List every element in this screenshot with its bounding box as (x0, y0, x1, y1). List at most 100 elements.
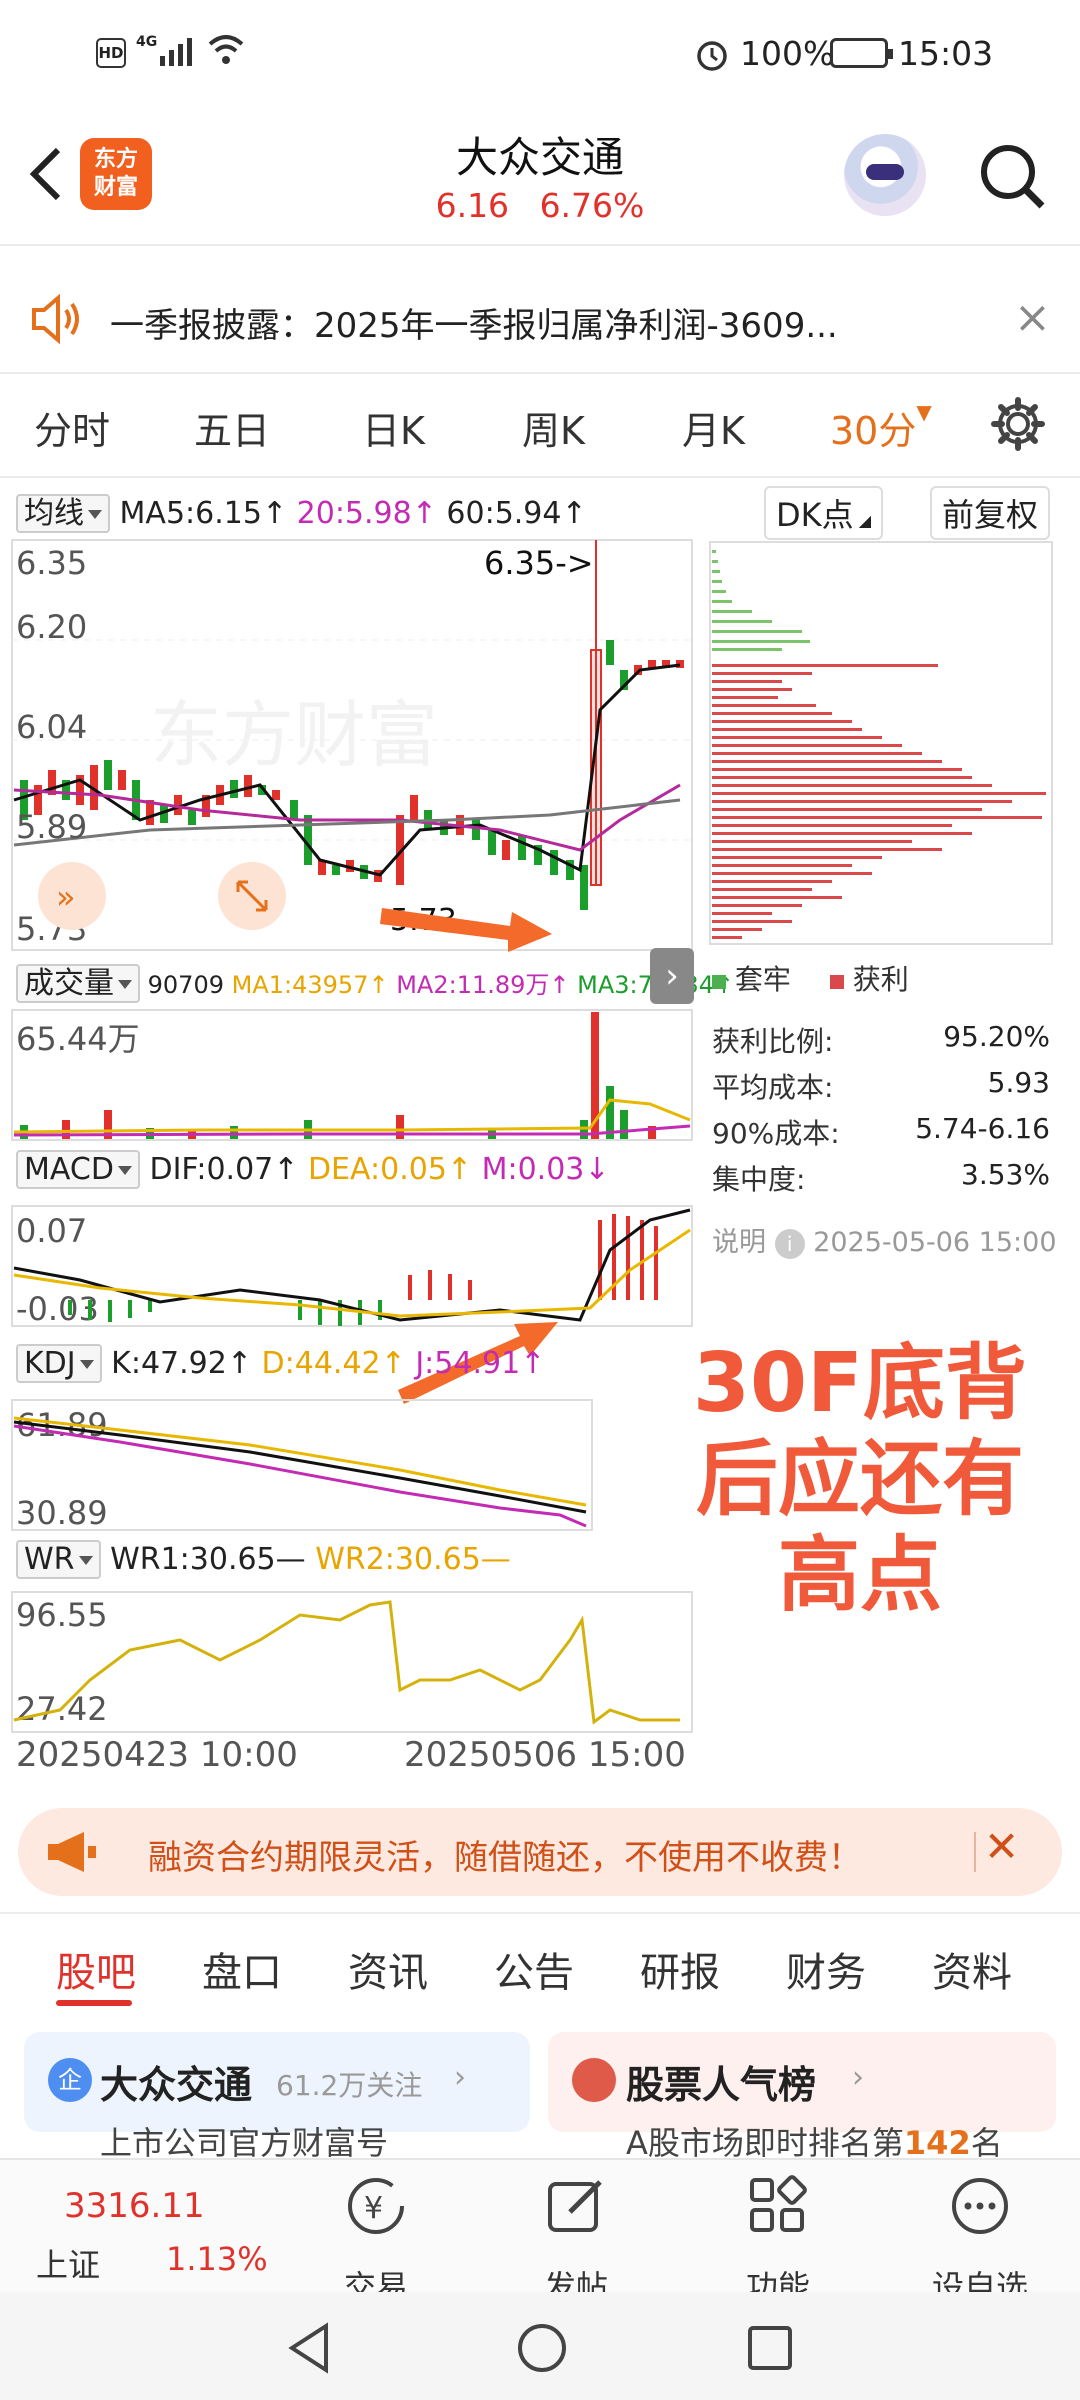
gear-icon[interactable] (990, 396, 1046, 452)
nav-home-icon[interactable] (514, 2320, 570, 2376)
ranking-icon (572, 2058, 616, 2102)
chip-legend: 套牢 获利 (712, 958, 909, 998)
trade-icon[interactable]: ¥ (342, 2172, 410, 2240)
functions-icon[interactable] (744, 2172, 812, 2240)
nav-recents-icon[interactable] (744, 2322, 796, 2374)
dif-value: DIF:0.07↑ (149, 1152, 299, 1187)
macd-selector[interactable]: MACD (16, 1150, 140, 1189)
close-icon[interactable]: × (1014, 292, 1051, 343)
stat-value: 95.20% (943, 1020, 1050, 1053)
wifi-icon (208, 35, 244, 64)
stock-price: 6.16 (435, 186, 510, 225)
stat-value: 5.93 (987, 1066, 1050, 1099)
tab-forum[interactable]: 股吧 (56, 1940, 136, 1998)
tab-weekly-k[interactable]: 周K (522, 400, 585, 455)
legend-profit: 获利 (852, 963, 909, 996)
divider (974, 1832, 976, 1872)
tab-profile[interactable]: 资料 (932, 1940, 1012, 1998)
kdj-selector[interactable]: KDJ (16, 1344, 102, 1383)
legend-swatch-trapped (712, 975, 726, 989)
macd-y-top: 0.07 (16, 1212, 87, 1250)
double-chevron-icon: » (56, 878, 76, 916)
volume-selector[interactable]: 成交量 (16, 964, 140, 1003)
ma-selector[interactable]: 均线 (16, 494, 110, 533)
wr-indicator-row: WR WR1:30.65— WR2:30.65— (16, 1540, 511, 1579)
watermark: 东方财富 (150, 696, 438, 776)
alarm-icon (697, 41, 727, 71)
legend-trapped: 套牢 (734, 963, 791, 996)
tab-order-book[interactable]: 盘口 (202, 1940, 282, 1998)
wr1-value: WR1:30.65— (110, 1542, 306, 1577)
legend-swatch-profit (829, 975, 844, 989)
chevron-right-icon[interactable]: › (650, 948, 694, 1004)
index-name[interactable]: 上证 (36, 2240, 100, 2286)
card-title: 股票人气榜 (626, 2063, 817, 2107)
assistant-robot-icon[interactable] (844, 134, 926, 216)
search-icon[interactable] (976, 140, 1048, 212)
post-icon[interactable] (542, 2172, 610, 2240)
tab-financials[interactable]: 财务 (786, 1940, 866, 1998)
high-marker: 6.35-> (484, 544, 594, 582)
kdj-d-value: D:44.42↑ (261, 1346, 406, 1381)
macd-y-bottom: -0.03 (16, 1290, 99, 1328)
index-value[interactable]: 3316.11 (64, 2186, 205, 2226)
divider (0, 372, 1080, 374)
battery-percent: 100% (740, 34, 835, 73)
vol-ma1-line (13, 1098, 691, 1134)
status-bar: HD 4G 100% 15:03 (0, 0, 1080, 110)
dk-point-button[interactable]: DK点 ◢ (764, 486, 884, 540)
announcement-text[interactable]: 一季报披露：2025年一季报归属净利润-3609... (110, 298, 838, 347)
rank-number: 142 (903, 2124, 971, 2162)
speaker-icon (32, 294, 79, 344)
note-time: 2025-05-06 15:00 (813, 1227, 1057, 1258)
ma20-value: 20:5.98↑ (296, 496, 437, 531)
volume-indicator-row: 成交量 90709 MA1:43957↑ MA2:11.89万↑ MA3:739… (16, 958, 734, 1003)
stock-change-pct: 6.76% (539, 186, 645, 225)
active-tab-indicator (56, 2000, 132, 2006)
clock: 15:03 (898, 34, 994, 73)
tab-30min[interactable]: 30分▼ (830, 400, 932, 455)
macd-indicator-row: MACD DIF:0.07↑ DEA:0.05↑ M:0.03↓ (16, 1150, 610, 1189)
index-change[interactable]: 1.13% (166, 2240, 268, 2278)
card-follow-count: 61.2万关注 (276, 2069, 423, 2102)
tab-daily-k[interactable]: 日K (362, 400, 425, 455)
tab-intraday[interactable]: 分时 (34, 400, 110, 455)
tab-monthly-k[interactable]: 月K (682, 400, 745, 455)
annotation-line-2: 后应还有 (695, 1432, 1024, 1527)
tab-announcements[interactable]: 公告 (494, 1940, 574, 1998)
x-axis-end: 20250506 15:00 (404, 1735, 686, 1770)
signal-icon (160, 38, 192, 66)
stat-label: 90%成本: (712, 1117, 840, 1150)
tab-30min-label: 30分 (830, 409, 917, 453)
more-options-icon[interactable] (946, 2172, 1014, 2240)
nav-back-icon[interactable] (284, 2320, 334, 2376)
wr-selector[interactable]: WR (16, 1540, 101, 1579)
chip-distribution-chart (709, 541, 1053, 945)
kdj-j-value: J:54.91↑ (415, 1346, 546, 1381)
annotation-line-3: 高点 (777, 1528, 942, 1623)
tab-research[interactable]: 研报 (640, 1940, 720, 1998)
divider (0, 244, 1080, 246)
rank-suffix: 名 (970, 2124, 1003, 2162)
tab-news[interactable]: 资讯 (348, 1940, 428, 1998)
y-label: 6.20 (16, 608, 87, 646)
info-icon: i (774, 1229, 805, 1259)
megaphone-icon (48, 1832, 96, 1872)
wr-line (13, 1600, 680, 1725)
y-label: 6.35 (16, 544, 87, 582)
vol-ma1-value: MA1:43957↑ (231, 971, 389, 999)
tab-five-day[interactable]: 五日 (194, 400, 270, 455)
y-label: 6.04 (16, 708, 87, 746)
kdj-y-bottom: 30.89 (16, 1494, 108, 1532)
wr2-value: WR2:30.65— (315, 1542, 511, 1577)
chip-profit-bars (712, 664, 1046, 939)
close-icon[interactable]: ✕ (984, 1822, 1019, 1871)
forward-adjust-button[interactable]: 前复权 (930, 486, 1051, 540)
stat-label: 集中度: (712, 1163, 806, 1196)
chip-note[interactable]: 说明 i 2025-05-06 15:00 (712, 1220, 1057, 1259)
note-label: 说明 (712, 1227, 766, 1258)
promo-text[interactable]: 融资合约期限灵活，随借随还，不使用不收费！ (148, 1830, 862, 1879)
ma60-line (13, 798, 681, 847)
dropdown-triangle-icon: ▼ (916, 400, 932, 424)
stat-value: 5.74-6.16 (915, 1112, 1050, 1145)
